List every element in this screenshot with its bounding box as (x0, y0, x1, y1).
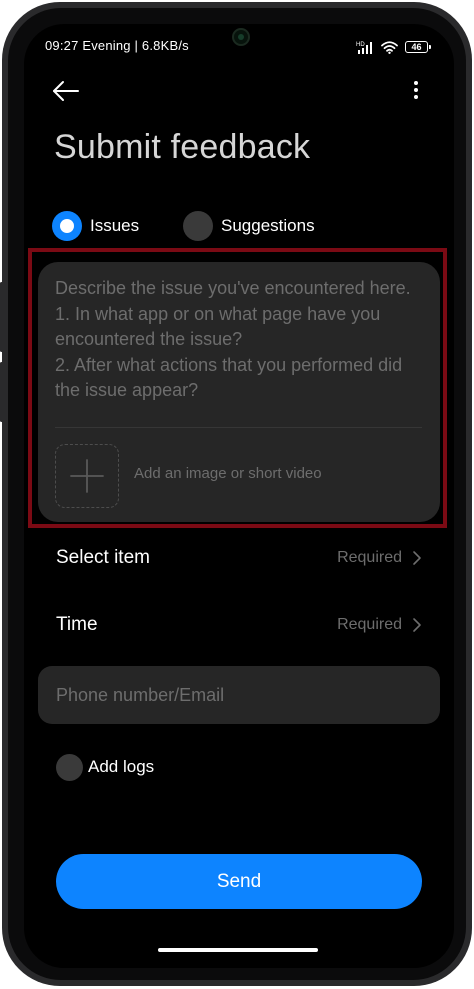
app-screen: 09:27 Evening | 6.8KB/s HD 46 Submit fee… (24, 24, 454, 968)
back-button[interactable] (50, 78, 84, 104)
radio-suggestions[interactable]: Suggestions (183, 210, 315, 242)
time-row[interactable]: Time Required (56, 610, 422, 640)
wifi-icon (381, 40, 398, 54)
volume-button (0, 282, 3, 352)
more-options-button[interactable] (406, 78, 426, 102)
chevron-right-icon (413, 618, 421, 632)
chevron-right-icon (413, 551, 421, 565)
page-title: Submit feedback (54, 128, 311, 166)
radio-selected-icon (52, 211, 82, 241)
status-time: 09:27 Evening | 6.8KB/s (45, 38, 189, 53)
radio-issues[interactable]: Issues (52, 210, 139, 242)
home-indicator[interactable] (158, 948, 318, 952)
checkbox-unchecked-icon (56, 753, 83, 781)
power-button (0, 362, 3, 422)
phone-body: 09:27 Evening | 6.8KB/s HD 46 Submit fee… (0, 2, 472, 986)
arrow-left-icon (53, 81, 79, 101)
status-icons: HD 46 (356, 38, 431, 56)
radio-issues-label: Issues (90, 216, 140, 235)
highlight-frame (28, 248, 447, 528)
radio-suggestions-label: Suggestions (221, 216, 315, 235)
add-logs-label: Add logs (88, 757, 155, 776)
time-value: Required (337, 616, 402, 633)
select-item-label: Select item (56, 547, 150, 568)
radio-unselected-icon (183, 211, 213, 241)
send-button[interactable]: Send (56, 854, 422, 909)
more-vertical-icon (414, 81, 418, 99)
add-logs-checkbox[interactable]: Add logs (56, 753, 154, 781)
time-label: Time (56, 614, 98, 635)
battery-icon: 46 (405, 41, 431, 53)
network-label: HD (356, 42, 365, 48)
select-item-row[interactable]: Select item Required (56, 543, 422, 573)
select-item-value: Required (337, 549, 402, 566)
screenshot-frame: 09:27 Evening | 6.8KB/s HD 46 Submit fee… (0, 0, 474, 989)
contact-input[interactable] (38, 666, 440, 724)
front-camera (232, 28, 250, 46)
signal-icon: HD (356, 42, 372, 54)
